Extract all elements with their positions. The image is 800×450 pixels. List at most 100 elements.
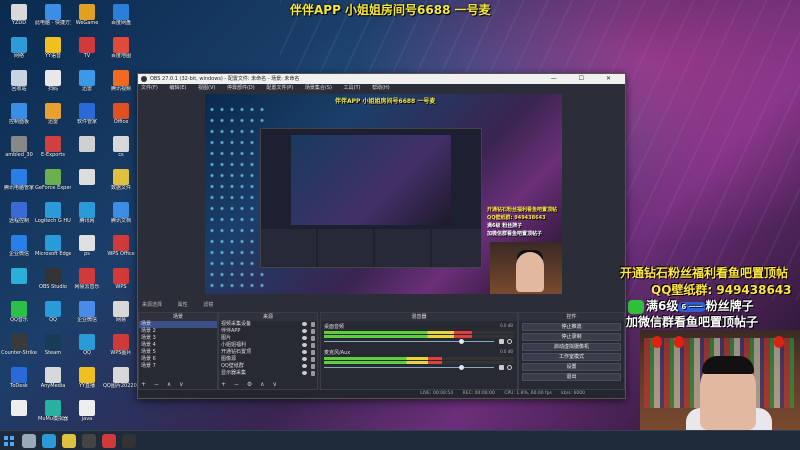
desktop-icon[interactable]: GeForce Experience — [35, 169, 71, 191]
start-button-icon[interactable] — [4, 436, 14, 446]
tab-properties[interactable]: 属性 — [178, 302, 188, 308]
desktop-icon[interactable]: ToDesk — [1, 367, 37, 389]
desktop-icon[interactable] — [69, 169, 105, 185]
source-item[interactable]: QQ壁纸群 — [219, 363, 317, 370]
scene-item[interactable]: 场景 7 — [139, 363, 217, 370]
visibility-eye-icon[interactable] — [302, 329, 307, 333]
desktop-icon[interactable]: QQ — [69, 334, 105, 356]
desktop-icon[interactable]: 百度网盘 — [103, 4, 139, 26]
tab-filters[interactable]: 滤镜 — [203, 302, 213, 308]
desktop-icon[interactable]: Microsoft Edge — [35, 235, 71, 257]
source-item[interactable]: 小姐姐福利 — [219, 342, 317, 349]
lock-icon[interactable] — [311, 343, 315, 348]
studio-mode-button[interactable]: 工作室模式 — [522, 353, 621, 361]
menu-edit[interactable]: 编辑(E) — [169, 85, 186, 91]
desktop-icon[interactable]: OBS Studio — [35, 268, 71, 290]
lock-icon[interactable] — [311, 350, 315, 355]
taskbar-search-icon[interactable] — [22, 434, 36, 448]
obs-titlebar[interactable]: OBS 27.0.1 (32-bit, windows) - 配置文件: 未命名… — [138, 74, 625, 84]
desktop-icon[interactable]: 百度地图 — [103, 37, 139, 59]
taskbar-edge-icon[interactable] — [42, 434, 56, 448]
volume-slider[interactable] — [324, 365, 514, 370]
desktop-icon[interactable]: Logitech G HUB — [35, 202, 71, 224]
desktop-icon[interactable]: 迅雷 — [35, 103, 71, 125]
desktop-icon[interactable]: QQ音乐 — [1, 301, 37, 323]
desktop-icon[interactable]: TV — [69, 37, 105, 59]
stop-recording-button[interactable]: 停止录制 — [522, 333, 621, 341]
source-item[interactable]: 图片 — [219, 335, 317, 342]
desktop-icon[interactable]: java — [69, 400, 105, 422]
desktop-icon[interactable]: 腾讯视频 — [103, 70, 139, 92]
desktop-icon[interactable]: MuMu模拟器 — [35, 400, 71, 422]
desktop-icon[interactable]: YZDD — [1, 4, 37, 26]
desktop-icon[interactable]: WPS Office — [103, 235, 139, 257]
desktop-icon[interactable]: 远程控制 — [1, 202, 37, 224]
settings-button[interactable]: 设置 — [522, 363, 621, 371]
visibility-eye-icon[interactable] — [302, 350, 307, 354]
desktop-icon[interactable]: YY直播 — [69, 367, 105, 389]
visibility-eye-icon[interactable] — [302, 357, 307, 361]
desktop-icon[interactable]: 腾讯文档 — [103, 202, 139, 224]
speaker-icon[interactable] — [499, 365, 504, 370]
menu-scene-collection[interactable]: 场景集合(S) — [305, 85, 332, 91]
source-item[interactable]: 伴伴APP — [219, 328, 317, 335]
window-controls[interactable]: — ☐ ✕ — [551, 74, 621, 84]
stop-streaming-button[interactable]: 停止推流 — [522, 323, 621, 331]
menu-docks[interactable]: 停靠部件(D) — [227, 85, 255, 91]
scene-item[interactable]: 场景 2 — [139, 328, 217, 335]
speaker-icon[interactable] — [499, 339, 504, 344]
obs-preview[interactable]: 伴伴APP 小姐姐房间号6688 一号麦 开通钻石粉丝福利看鱼吧置顶帖 QQ壁纸… — [205, 94, 562, 294]
source-tools[interactable]: + − ⚙ ∧ ∨ — [221, 381, 280, 388]
scene-item[interactable]: 场景 3 — [139, 335, 217, 342]
tab-source-select[interactable]: 来源选择 — [142, 302, 162, 308]
gear-icon[interactable] — [507, 339, 512, 344]
lock-icon[interactable] — [311, 336, 315, 341]
desktop-icon[interactable]: Counter-Strike — [1, 334, 37, 356]
desktop-icon[interactable]: 迅雷 — [69, 70, 105, 92]
desktop-icon[interactable]: 扫码 — [35, 70, 71, 92]
desktop-icon[interactable]: QQ — [35, 301, 71, 323]
menu-file[interactable]: 文件(F) — [141, 85, 158, 91]
desktop-icon[interactable]: AnyMedia — [35, 367, 71, 389]
desktop-icon[interactable]: 控制面板 — [1, 103, 37, 125]
source-item[interactable]: 显示器采集 — [219, 370, 317, 377]
lock-icon[interactable] — [311, 329, 315, 334]
desktop-icon[interactable]: 此电脑 - 快捷方式 — [35, 4, 71, 26]
desktop-icon[interactable]: YY语音 — [35, 37, 71, 59]
desktop-icon[interactable] — [1, 268, 37, 284]
desktop-icon[interactable] — [69, 136, 105, 152]
desktop-icon[interactable]: WeGame — [69, 4, 105, 26]
desktop-icon[interactable]: 企业微信 — [1, 235, 37, 257]
desktop-icon[interactable]: WPS图片 — [103, 334, 139, 356]
desktop-icon[interactable] — [1, 400, 37, 416]
desktop-icon[interactable]: 网络 — [1, 37, 37, 59]
taskbar-obs-icon[interactable] — [82, 434, 96, 448]
exit-button[interactable]: 退出 — [522, 373, 621, 381]
visibility-eye-icon[interactable] — [302, 371, 307, 375]
source-item[interactable]: 视频采集设备 — [219, 321, 317, 328]
desktop-icon[interactable]: ps — [69, 235, 105, 257]
taskbar-app-g-icon[interactable] — [102, 434, 116, 448]
lock-icon[interactable] — [311, 322, 315, 327]
taskbar-file-explorer-icon[interactable] — [62, 434, 76, 448]
volume-slider[interactable] — [324, 339, 514, 344]
start-virtual-camera-button[interactable]: 启动虚拟摄像机 — [522, 343, 621, 351]
volume-knob[interactable] — [459, 339, 465, 344]
source-item[interactable]: 图像源 — [219, 356, 317, 363]
desktop-icon[interactable]: 网易云音乐 — [69, 268, 105, 290]
scene-tools[interactable]: + − ∧ ∨ — [141, 381, 187, 388]
visibility-eye-icon[interactable] — [302, 343, 307, 347]
desktop-icon[interactable]: cs — [103, 136, 139, 158]
volume-knob[interactable] — [459, 365, 465, 370]
desktop-icon[interactable]: Steam — [35, 334, 71, 356]
menu-profile[interactable]: 配置文件(P) — [266, 85, 293, 91]
desktop-icon[interactable]: 企业微信 — [69, 301, 105, 323]
lock-icon[interactable] — [311, 371, 315, 376]
visibility-eye-icon[interactable] — [302, 364, 307, 368]
desktop-icon[interactable]: WPS — [103, 268, 139, 290]
lock-icon[interactable] — [311, 357, 315, 362]
menu-tools[interactable]: 工具(T) — [344, 85, 361, 91]
source-item[interactable]: 开通钻石置顶 — [219, 349, 317, 356]
desktop-icon[interactable]: Office — [103, 103, 139, 125]
desktop-icon[interactable]: 回收站 — [1, 70, 37, 92]
